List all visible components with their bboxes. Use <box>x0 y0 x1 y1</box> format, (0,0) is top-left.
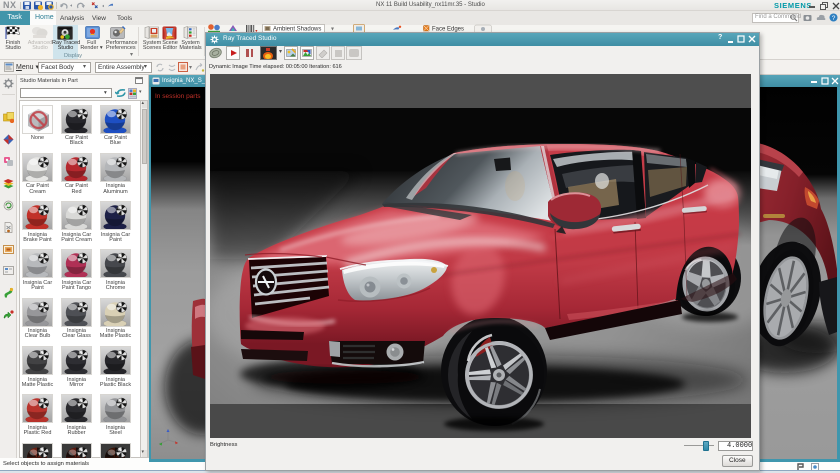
svg-text:▾: ▾ <box>189 65 192 71</box>
svg-text:In session parts: In session parts <box>155 93 201 100</box>
svg-text:?: ? <box>832 15 836 22</box>
